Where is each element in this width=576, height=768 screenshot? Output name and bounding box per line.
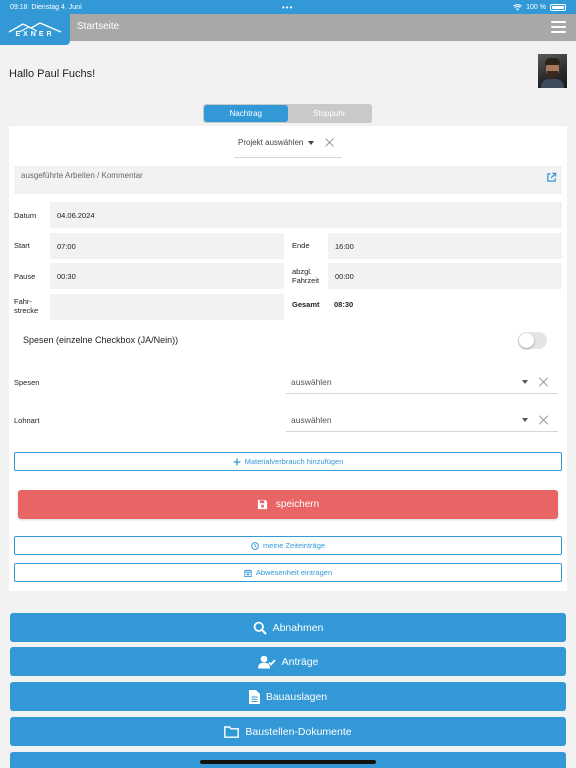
floppy-disk-icon <box>257 499 267 510</box>
user-check-icon <box>257 655 276 668</box>
status-date: Dienstag 4. Juni <box>31 3 82 11</box>
gesamt-label: Gesamt <box>292 300 320 309</box>
ende-field[interactable]: 16:00 <box>328 233 562 259</box>
gesamt-value: 08:30 <box>334 300 354 309</box>
absence-label: Abwesenheit eintragen <box>255 568 333 577</box>
save-label: speichern <box>275 499 320 510</box>
status-bar: 09:18 Dienstag 4. Juni ••• 100 % <box>0 0 576 14</box>
status-time: 09:18 <box>10 3 28 11</box>
multitasking-dots-icon[interactable]: ••• <box>282 3 293 12</box>
top-navbar: Startseite <box>0 14 576 41</box>
project-select-underline <box>234 157 342 158</box>
clear-spesen-icon[interactable] <box>539 377 548 386</box>
fahrstrecke-field[interactable] <box>50 294 284 320</box>
avatar[interactable] <box>538 54 567 88</box>
wifi-icon <box>513 3 523 10</box>
tab-nachtrag[interactable]: Nachtrag <box>204 105 288 122</box>
spesen-select[interactable]: auswählen <box>286 370 558 394</box>
menu-antraege-label: Anträge <box>281 655 319 668</box>
clear-lohnart-icon[interactable] <box>539 415 548 424</box>
menu-abnahmen-button[interactable]: Abnahmen <box>10 613 566 642</box>
comment-placeholder: ausgeführte Arbeiten / Kommentar <box>21 171 143 180</box>
fahrzeit-field[interactable]: 00:00 <box>328 263 562 289</box>
datum-field[interactable]: 04.06.2024 <box>50 202 562 228</box>
lohnart-select-label: Lohnart <box>14 416 40 425</box>
add-material-label: Materialverbrauch hinzufügen <box>244 457 344 466</box>
spesen-select-value: auswählen <box>291 376 332 387</box>
spesen-checkbox-label: Spesen (einzelne Checkbox (JA/Nein)) <box>23 335 179 345</box>
start-field[interactable]: 07:00 <box>50 233 284 259</box>
absence-button[interactable]: Abwesenheit eintragen <box>14 563 562 582</box>
project-select-label: Projekt auswählen <box>238 138 304 147</box>
calendar-icon <box>244 569 252 577</box>
plus-icon <box>233 458 241 465</box>
greeting-text: Hallo Paul Fuchs! <box>9 68 96 80</box>
fahrzeit-label: abzgl. Fahrzeit <box>292 267 320 285</box>
fahrstrecke-label: Fahr-strecke <box>14 297 39 315</box>
page-title: Startseite <box>77 21 120 32</box>
open-external-icon[interactable] <box>546 172 557 183</box>
chevron-down-icon[interactable] <box>522 380 528 384</box>
pause-field[interactable]: 00:30 <box>50 263 284 289</box>
logo[interactable]: EXNER <box>0 14 70 45</box>
my-time-entries-button[interactable]: meine Zeiteinträge <box>14 536 562 555</box>
chevron-down-icon[interactable] <box>308 140 315 145</box>
menu-bauauslagen-button[interactable]: Bauauslagen <box>10 682 566 711</box>
save-button[interactable]: speichern <box>18 490 558 519</box>
comment-field[interactable]: ausgeführte Arbeiten / Kommentar <box>14 166 562 194</box>
battery-percentage: 100 % <box>526 3 546 11</box>
datum-value: 04.06.2024 <box>57 210 95 220</box>
lohnart-select[interactable]: auswählen <box>286 408 558 432</box>
spesen-toggle[interactable] <box>518 332 547 349</box>
menu-abnahmen-label: Abnahmen <box>272 621 324 634</box>
pause-label: Pause <box>14 272 36 281</box>
fahrzeit-value: 00:00 <box>335 271 354 281</box>
my-time-entries-label: meine Zeiteinträge <box>262 541 326 550</box>
menu-bauauslagen-label: Bauauslagen <box>265 690 328 703</box>
ende-value: 16:00 <box>335 241 354 251</box>
spesen-select-label: Spesen <box>14 378 40 387</box>
start-label: Start <box>14 241 30 250</box>
menu-antraege-button[interactable]: Anträge <box>10 647 566 676</box>
time-entry-card <box>9 126 567 591</box>
lohnart-select-value: auswählen <box>291 414 332 425</box>
clear-project-icon[interactable] <box>325 138 334 147</box>
logo-text: EXNER <box>15 30 55 38</box>
home-indicator <box>200 760 376 764</box>
project-select[interactable]: Projekt auswählen <box>238 138 334 147</box>
clock-icon <box>251 541 259 550</box>
hamburger-menu-icon[interactable] <box>551 21 566 33</box>
start-value: 07:00 <box>57 241 76 251</box>
ende-label: Ende <box>292 241 310 250</box>
menu-baustellen-dokumente-label: Baustellen-Dokumente <box>245 725 352 738</box>
folder-icon <box>224 725 240 738</box>
datum-label: Datum <box>14 211 37 220</box>
chevron-down-icon[interactable] <box>522 418 528 422</box>
search-icon <box>253 621 267 635</box>
add-material-button[interactable]: Materialverbrauch hinzufügen <box>14 452 562 471</box>
document-icon <box>248 689 260 704</box>
pause-value: 00:30 <box>57 271 76 281</box>
battery-icon <box>550 3 566 11</box>
menu-baustellen-dokumente-button[interactable]: Baustellen-Dokumente <box>10 717 566 746</box>
mode-segmented-control: Nachtrag Stoppuhr <box>203 104 372 123</box>
tab-stoppuhr[interactable]: Stoppuhr <box>288 105 372 122</box>
